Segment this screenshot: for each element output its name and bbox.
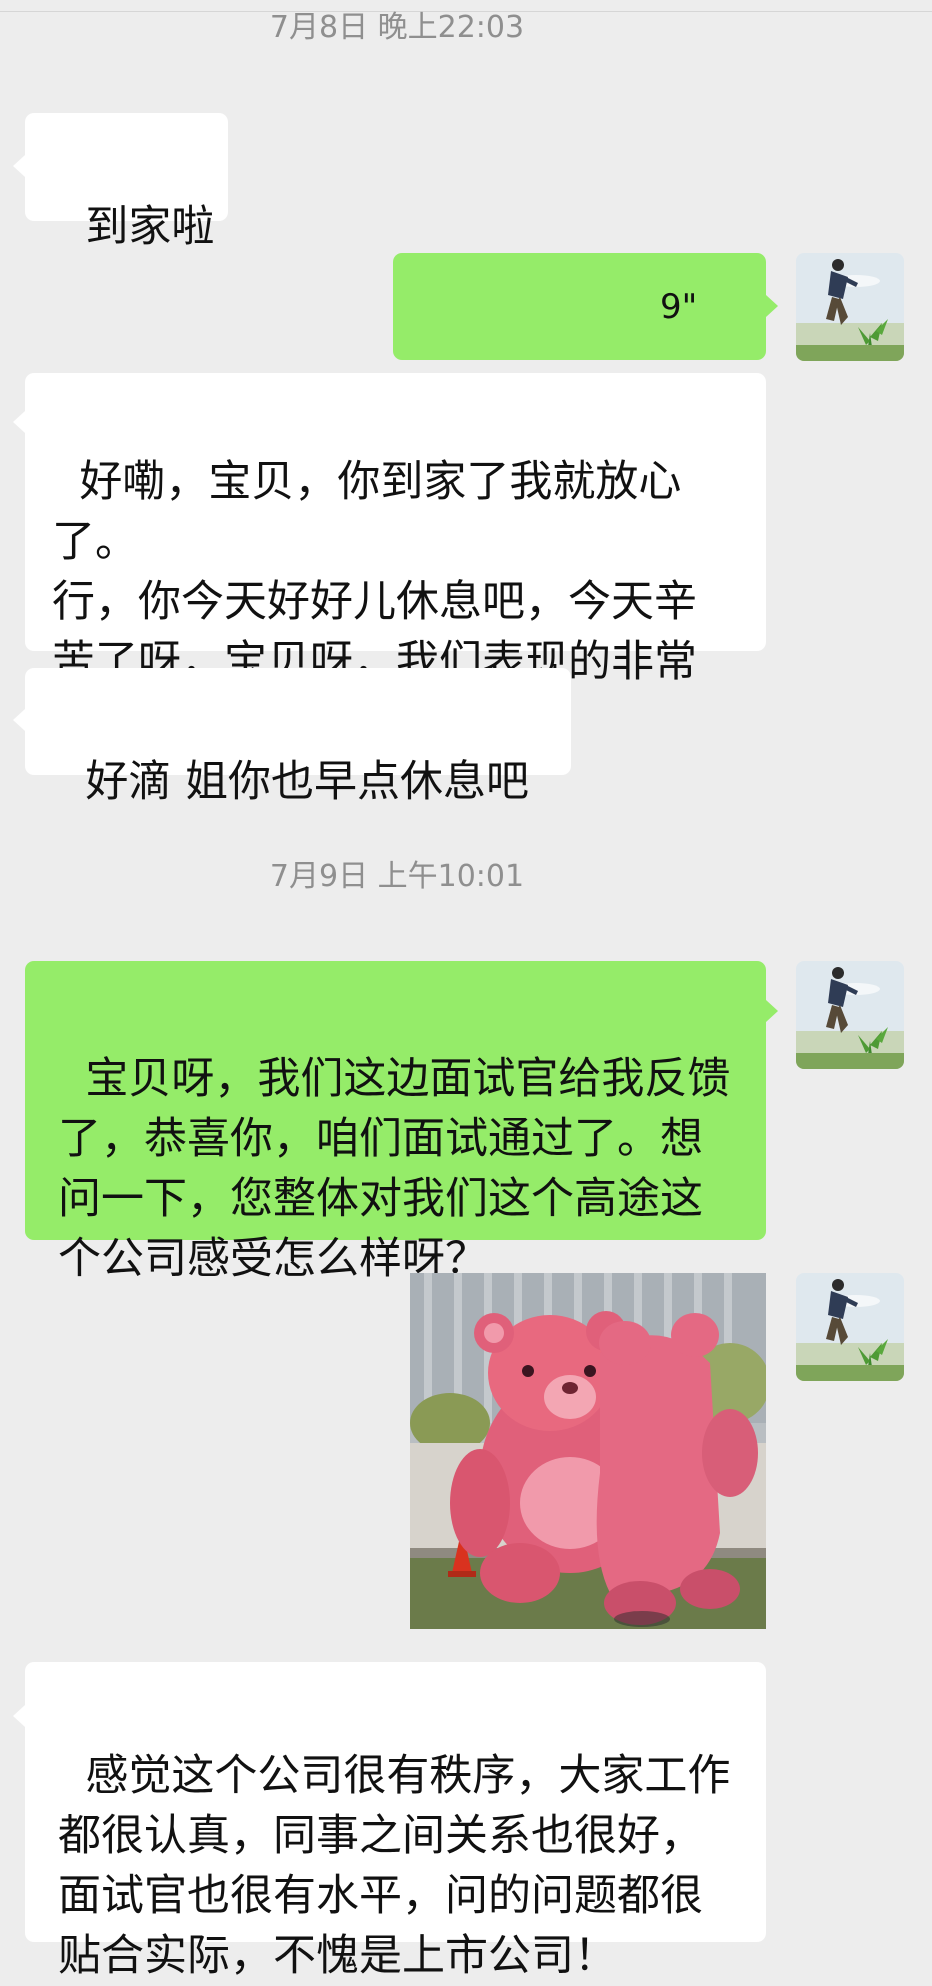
message-text: 好滴 姐你也早点休息吧 — [85, 757, 530, 807]
bubble-tail — [766, 295, 778, 317]
avatar[interactable] — [796, 961, 904, 1069]
bubble-tail — [13, 411, 25, 433]
incoming-message-bubble[interactable]: 好嘞，宝贝，你到家了我就放心了。 行，你今天好好儿休息吧，今天辛 苦了呀，宝贝呀… — [25, 373, 766, 747]
voice-duration: 9" — [660, 287, 698, 327]
pink-bear-sticker[interactable] — [410, 1273, 766, 1629]
bubble-tail — [13, 1705, 25, 1727]
avatar[interactable] — [796, 1273, 904, 1381]
message-text: 宝贝呀，我们这边面试官给我反馈 了，恭喜你，咱们面试通过了。想 问一下，您整体对… — [58, 1054, 731, 1284]
bubble-tail — [13, 709, 25, 731]
outgoing-message-bubble[interactable]: 宝贝呀，我们这边面试官给我反馈 了，恭喜你，咱们面试通过了。想 问一下，您整体对… — [25, 961, 766, 1284]
avatar[interactable] — [796, 253, 904, 361]
bubble-tail — [766, 1000, 778, 1022]
message-text: 感觉这个公司很有秩序，大家工作 都很认真，同事之间关系也很好， 面试官也很有水平… — [58, 1751, 731, 1981]
incoming-message-bubble[interactable]: 感觉这个公司很有秩序，大家工作 都很认真，同事之间关系也很好， 面试官也很有水平… — [25, 1662, 766, 1981]
incoming-message-bubble[interactable]: 到家啦 — [25, 113, 228, 252]
bubble-tail — [13, 155, 25, 177]
timestamp: 7月8日 晚上22:03 — [269, 10, 525, 45]
message-text: 到家啦 — [85, 202, 215, 252]
incoming-message-bubble[interactable]: 好滴 姐你也早点休息吧 — [25, 668, 571, 807]
timestamp: 7月9日 上午10:01 — [269, 859, 525, 894]
voice-message-bubble[interactable]: 9" — [393, 253, 766, 448]
